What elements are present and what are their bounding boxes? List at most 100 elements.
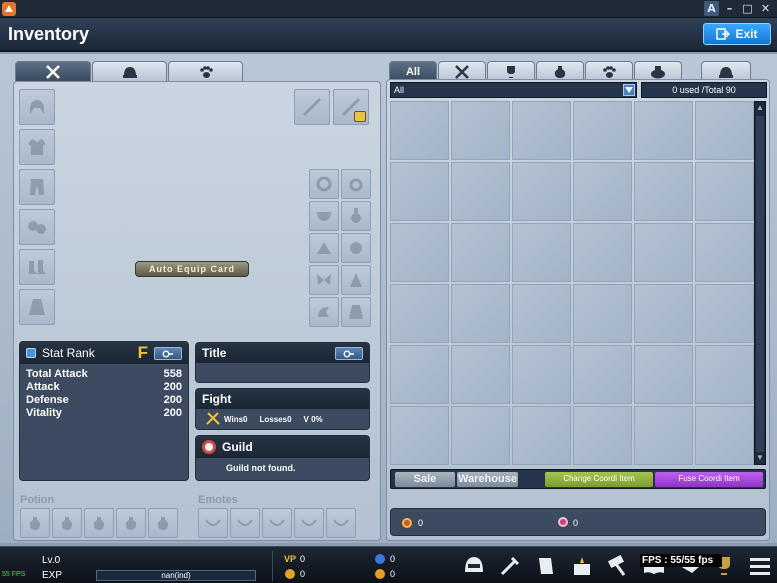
emote-slot-4[interactable] xyxy=(294,508,324,538)
scroll-thumb[interactable] xyxy=(756,116,764,452)
inventory-slot[interactable] xyxy=(390,406,449,465)
inventory-slot[interactable] xyxy=(573,162,632,221)
inventory-slot[interactable] xyxy=(695,345,754,404)
title-search-button[interactable] xyxy=(335,347,363,360)
equip-slot-accessory-9[interactable] xyxy=(309,297,339,327)
scroll-down-icon[interactable]: ▼ xyxy=(755,452,765,464)
equip-slot-hair[interactable] xyxy=(19,89,55,125)
equip-slot-weapon-locked[interactable] xyxy=(333,89,369,125)
inventory-slot[interactable] xyxy=(695,284,754,343)
equip-slot-accessory-2[interactable] xyxy=(341,169,371,199)
tab-potions[interactable] xyxy=(536,61,584,81)
inventory-slot[interactable] xyxy=(573,406,632,465)
inventory-slot[interactable] xyxy=(634,101,693,160)
inventory-slot[interactable] xyxy=(634,162,693,221)
inventory-slot[interactable] xyxy=(573,223,632,282)
tab-armor[interactable] xyxy=(92,61,167,81)
inventory-slot[interactable] xyxy=(512,345,571,404)
inventory-slot[interactable] xyxy=(390,223,449,282)
inventory-slot[interactable] xyxy=(634,345,693,404)
inventory-slot[interactable] xyxy=(451,345,510,404)
inventory-slot[interactable] xyxy=(573,101,632,160)
potion-slot-3[interactable] xyxy=(84,508,114,538)
exit-button[interactable]: Exit xyxy=(703,23,771,45)
inventory-slot[interactable] xyxy=(573,284,632,343)
tab-bags[interactable] xyxy=(634,61,682,81)
equip-slot-weapon[interactable] xyxy=(294,89,330,125)
inventory-slot[interactable] xyxy=(695,406,754,465)
maximize-button[interactable]: □ xyxy=(740,1,755,16)
close-window-button[interactable]: ✕ xyxy=(758,1,773,16)
equip-slot-top[interactable] xyxy=(19,129,55,165)
equip-slot-accessory-7[interactable] xyxy=(309,265,339,295)
inventory-slot[interactable] xyxy=(451,406,510,465)
equip-slot-costume[interactable] xyxy=(19,289,55,325)
main-menu-button[interactable] xyxy=(747,553,773,579)
stat-search-button[interactable] xyxy=(154,347,182,360)
scroll-up-icon[interactable]: ▲ xyxy=(755,102,765,114)
language-button[interactable]: A xyxy=(704,1,719,16)
inventory-slot[interactable] xyxy=(512,101,571,160)
equip-slot-accessory-8[interactable] xyxy=(341,265,371,295)
tab-weapons-inv[interactable] xyxy=(438,61,486,81)
inventory-slot[interactable] xyxy=(695,223,754,282)
emote-slot-2[interactable] xyxy=(230,508,260,538)
potion-slot-2[interactable] xyxy=(52,508,82,538)
equip-slot-accessory-5[interactable] xyxy=(309,233,339,263)
inventory-slot[interactable] xyxy=(390,284,449,343)
inventory-slot[interactable] xyxy=(573,345,632,404)
equip-slot-accessory-4[interactable] xyxy=(341,201,371,231)
tab-trophies[interactable] xyxy=(487,61,535,81)
currency-b-value: 0 xyxy=(573,518,579,528)
inventory-slot[interactable] xyxy=(451,162,510,221)
inventory-slot[interactable] xyxy=(695,101,754,160)
equip-slot-gloves[interactable] xyxy=(19,209,55,245)
tab-costume[interactable] xyxy=(701,61,751,81)
quest-menu-button[interactable] xyxy=(533,553,559,579)
inventory-slot[interactable] xyxy=(634,406,693,465)
equip-slot-shoes[interactable] xyxy=(19,249,55,285)
inventory-slot[interactable] xyxy=(451,101,510,160)
equip-slot-accessory-10[interactable] xyxy=(341,297,371,327)
pet-menu-button[interactable] xyxy=(605,553,631,579)
equip-slot-accessory-6[interactable] xyxy=(341,233,371,263)
warehouse-button[interactable]: Warehouse xyxy=(457,472,518,487)
emote-slot-5[interactable] xyxy=(326,508,356,538)
tab-pets-inv[interactable] xyxy=(585,61,633,81)
character-menu-button[interactable] xyxy=(461,553,487,579)
emote-slot-3[interactable] xyxy=(262,508,292,538)
equip-slot-bottom[interactable] xyxy=(19,169,55,205)
inventory-slot[interactable] xyxy=(695,162,754,221)
potion-slot-5[interactable] xyxy=(148,508,178,538)
inventory-slot[interactable] xyxy=(512,406,571,465)
inventory-slot[interactable] xyxy=(512,223,571,282)
minimize-button[interactable]: – xyxy=(722,1,737,16)
chevron-down-icon[interactable] xyxy=(623,84,635,96)
category-filter-select[interactable]: All xyxy=(390,82,637,98)
tail-icon xyxy=(318,307,329,317)
inventory-scrollbar[interactable]: ▲ ▼ xyxy=(754,101,766,465)
change-coordi-item-button[interactable]: Change Coordi Item xyxy=(545,472,653,487)
tab-all[interactable]: All xyxy=(389,61,437,81)
potion-slot-4[interactable] xyxy=(116,508,146,538)
inventory-slot[interactable] xyxy=(634,284,693,343)
tab-weapons[interactable] xyxy=(15,61,91,81)
auto-equip-card-button[interactable]: Auto Equip Card xyxy=(135,261,249,277)
equip-slot-accessory-1[interactable] xyxy=(309,169,339,199)
inventory-slot[interactable] xyxy=(390,101,449,160)
sale-button[interactable]: Sale xyxy=(395,472,455,487)
equip-slot-accessory-3[interactable] xyxy=(309,201,339,231)
potion-slot-1[interactable] xyxy=(20,508,50,538)
inventory-slot[interactable] xyxy=(512,284,571,343)
tab-pets[interactable] xyxy=(168,61,243,81)
fuse-coordi-item-button[interactable]: Fuse Coordi Item xyxy=(655,472,763,487)
inventory-slot[interactable] xyxy=(451,284,510,343)
skills-menu-button[interactable] xyxy=(497,553,523,579)
inventory-slot[interactable] xyxy=(512,162,571,221)
inventory-slot[interactable] xyxy=(634,223,693,282)
inventory-slot[interactable] xyxy=(390,345,449,404)
inventory-slot[interactable] xyxy=(451,223,510,282)
emote-slot-1[interactable] xyxy=(198,508,228,538)
inventory-slot[interactable] xyxy=(390,162,449,221)
shop-menu-button[interactable] xyxy=(569,553,595,579)
